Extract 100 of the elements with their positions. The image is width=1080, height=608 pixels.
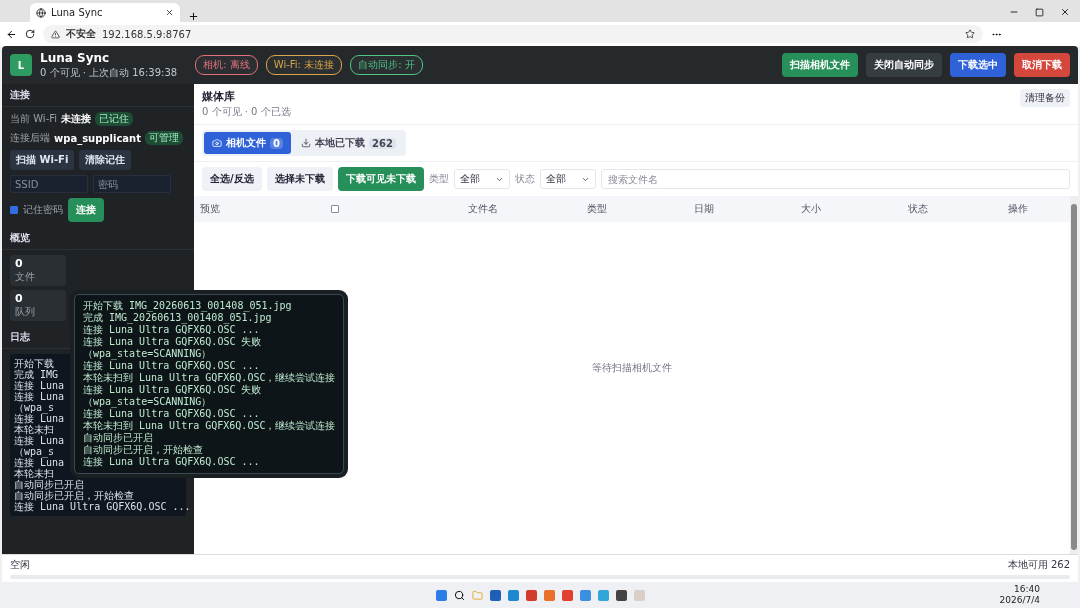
log-line: 自动同步已开启: [14, 479, 84, 490]
address-bar[interactable]: 不安全 192.168.5.9:8767: [43, 25, 983, 43]
status-badge: Wi-Fi: 未连接: [265, 55, 343, 75]
scrollbar-thumb[interactable]: [1071, 204, 1077, 550]
log-line: 连接 Luna: [14, 413, 65, 424]
tooltip-line: （wpa_state=SCANNING）: [83, 348, 213, 360]
taskbar-clock[interactable]: 16:40 2026/7/4: [999, 584, 1040, 606]
tooltip-line: （wpa_state=SCANNING）: [83, 396, 213, 408]
log-line: 连接 Luna: [14, 435, 65, 446]
library-title: 媒体库: [202, 89, 236, 104]
reload-icon[interactable]: [25, 29, 35, 39]
log-line: （wpa_s: [14, 446, 55, 457]
log-line: 连接 Luna Ultra GQFX6Q.OSC ...: [14, 501, 191, 512]
connect-button[interactable]: 连接: [68, 198, 104, 222]
section-title: 连接: [2, 84, 194, 107]
ssid-field[interactable]: SSID: [10, 175, 88, 193]
warning-icon: [51, 29, 60, 39]
log-line: 连接 Luna: [14, 457, 65, 468]
app-title: Luna Sync: [40, 50, 111, 65]
tooltip-line: 开始下载 IMG_20260613_001408_051.jpg: [83, 300, 293, 312]
close-icon[interactable]: [1060, 7, 1070, 17]
log-line: （wpa_s: [14, 402, 55, 413]
toolbar-button[interactable]: 选择未下载: [266, 167, 333, 191]
status-badge: 相机: 离线: [195, 55, 258, 75]
log-line: 连接 Luna: [14, 380, 65, 391]
log-line: 完成 IMG: [14, 369, 59, 380]
log-line: 自动同步已开启，开始检查: [14, 490, 134, 501]
camera-icon: [212, 138, 222, 148]
tooltip-line: 连接 Luna Ultra GQFX6Q.OSC 失败: [83, 384, 263, 396]
header-button[interactable]: 取消下载: [1014, 53, 1070, 77]
stat-label: 文件: [15, 270, 36, 284]
password-field[interactable]: 密码: [93, 175, 171, 193]
backend-value: wpa_supplicant: [54, 132, 141, 144]
library-subtitle: 0 个可见 · 0 个已选: [202, 105, 291, 119]
tooltip-line: 连接 Luna Ultra GQFX6Q.OSC ...: [83, 360, 261, 372]
tooltip-line: 完成 IMG_20260613_001408_051.jpg: [83, 312, 273, 324]
library-tab[interactable]: 本地已下载 262: [292, 132, 404, 154]
toolbar-button[interactable]: 下载可见未下载: [337, 167, 424, 191]
empty-message: 等待扫描相机文件: [592, 361, 672, 375]
column-header: 日期: [694, 202, 714, 216]
app-subtitle: 0 个可见 · 上次自动 16:39:38: [40, 65, 178, 80]
taskbar-app-icon[interactable]: [615, 589, 627, 601]
taskbar-app-icon[interactable]: [561, 589, 573, 601]
maximize-icon[interactable]: [1035, 7, 1044, 17]
wifi-badge: 已记住: [95, 112, 134, 126]
log-line: 开始下载: [14, 358, 54, 369]
globe-icon: [36, 7, 46, 18]
filter-label: 类型: [428, 172, 449, 186]
toolbar-button[interactable]: 全选/反选: [202, 167, 262, 191]
header-button[interactable]: 关闭自动同步: [866, 53, 942, 77]
new-tab-icon[interactable]: [188, 11, 199, 22]
download-icon: [300, 138, 311, 148]
remember-label: 记住密码: [23, 203, 63, 217]
tooltip-line: 自动同步已开启: [83, 432, 154, 444]
column-header: 操作: [1007, 202, 1028, 216]
header-button[interactable]: 下载选中: [950, 53, 1006, 77]
sidebar-button[interactable]: 清除记住: [79, 150, 132, 170]
tooltip-line: 自动同步已开启，开始检查: [83, 444, 204, 456]
star-icon[interactable]: [965, 29, 975, 39]
back-icon[interactable]: [6, 28, 17, 40]
log-line: 本轮未扫: [14, 424, 54, 435]
column-header: 状态: [907, 202, 928, 216]
tooltip-line: 连接 Luna Ultra GQFX6Q.OSC ...: [83, 456, 261, 468]
search-field[interactable]: 搜索文件名: [600, 169, 1070, 189]
filter-select[interactable]: 全部: [539, 169, 596, 189]
start-icon[interactable]: [435, 589, 447, 601]
tooltip-line: 本轮未扫到 Luna Ultra GQFX6Q.OSC，继续尝试连接: [83, 420, 336, 432]
column-header: 文件名: [468, 202, 499, 216]
sidebar-button[interactable]: 扫描 Wi-Fi: [10, 150, 75, 170]
stat-label: 队列: [15, 305, 36, 319]
cleanup-button[interactable]: 清理备份: [1020, 89, 1070, 107]
backend-label: 连接后端: [10, 131, 50, 145]
status-info: 本地可用 262: [1007, 558, 1070, 572]
stat-value: 0: [15, 257, 24, 270]
column-header: 预览: [200, 202, 220, 216]
section-title: 概览: [2, 227, 194, 250]
remember-checkbox[interactable]: [10, 206, 18, 214]
filter-select[interactable]: 全部: [453, 169, 510, 189]
header-button[interactable]: 扫描相机文件: [782, 53, 858, 77]
log-line: 连接 Luna: [14, 391, 65, 402]
column-header: 类型: [587, 202, 608, 216]
stat-value: 0: [15, 292, 24, 305]
log-line: 本轮未扫: [14, 468, 54, 479]
browser-tab[interactable]: Luna Sync: [30, 3, 180, 22]
backend-badge: 可管理: [144, 131, 183, 145]
status-text: 空闲: [10, 558, 30, 572]
wifi-value: 未连接: [61, 112, 92, 126]
library-tab[interactable]: 相机文件 0: [204, 132, 291, 154]
select-all-checkbox[interactable]: [330, 205, 339, 213]
close-icon[interactable]: [165, 8, 174, 17]
search-icon[interactable]: [453, 589, 465, 601]
tooltip-line: 本轮未扫到 Luna Ultra GQFX6Q.OSC，继续尝试连接: [83, 372, 336, 384]
taskbar-app-icon[interactable]: [525, 589, 537, 601]
tooltip-line: 连接 Luna Ultra GQFX6Q.OSC ...: [83, 408, 261, 420]
status-badge: 自动同步: 开: [350, 55, 423, 75]
wifi-label: 当前 Wi-Fi: [10, 112, 58, 126]
column-header: 大小: [800, 202, 821, 216]
taskbar-app-icon[interactable]: [489, 589, 501, 601]
filter-label: 状态: [514, 172, 535, 186]
app-logo: L: [10, 54, 32, 76]
